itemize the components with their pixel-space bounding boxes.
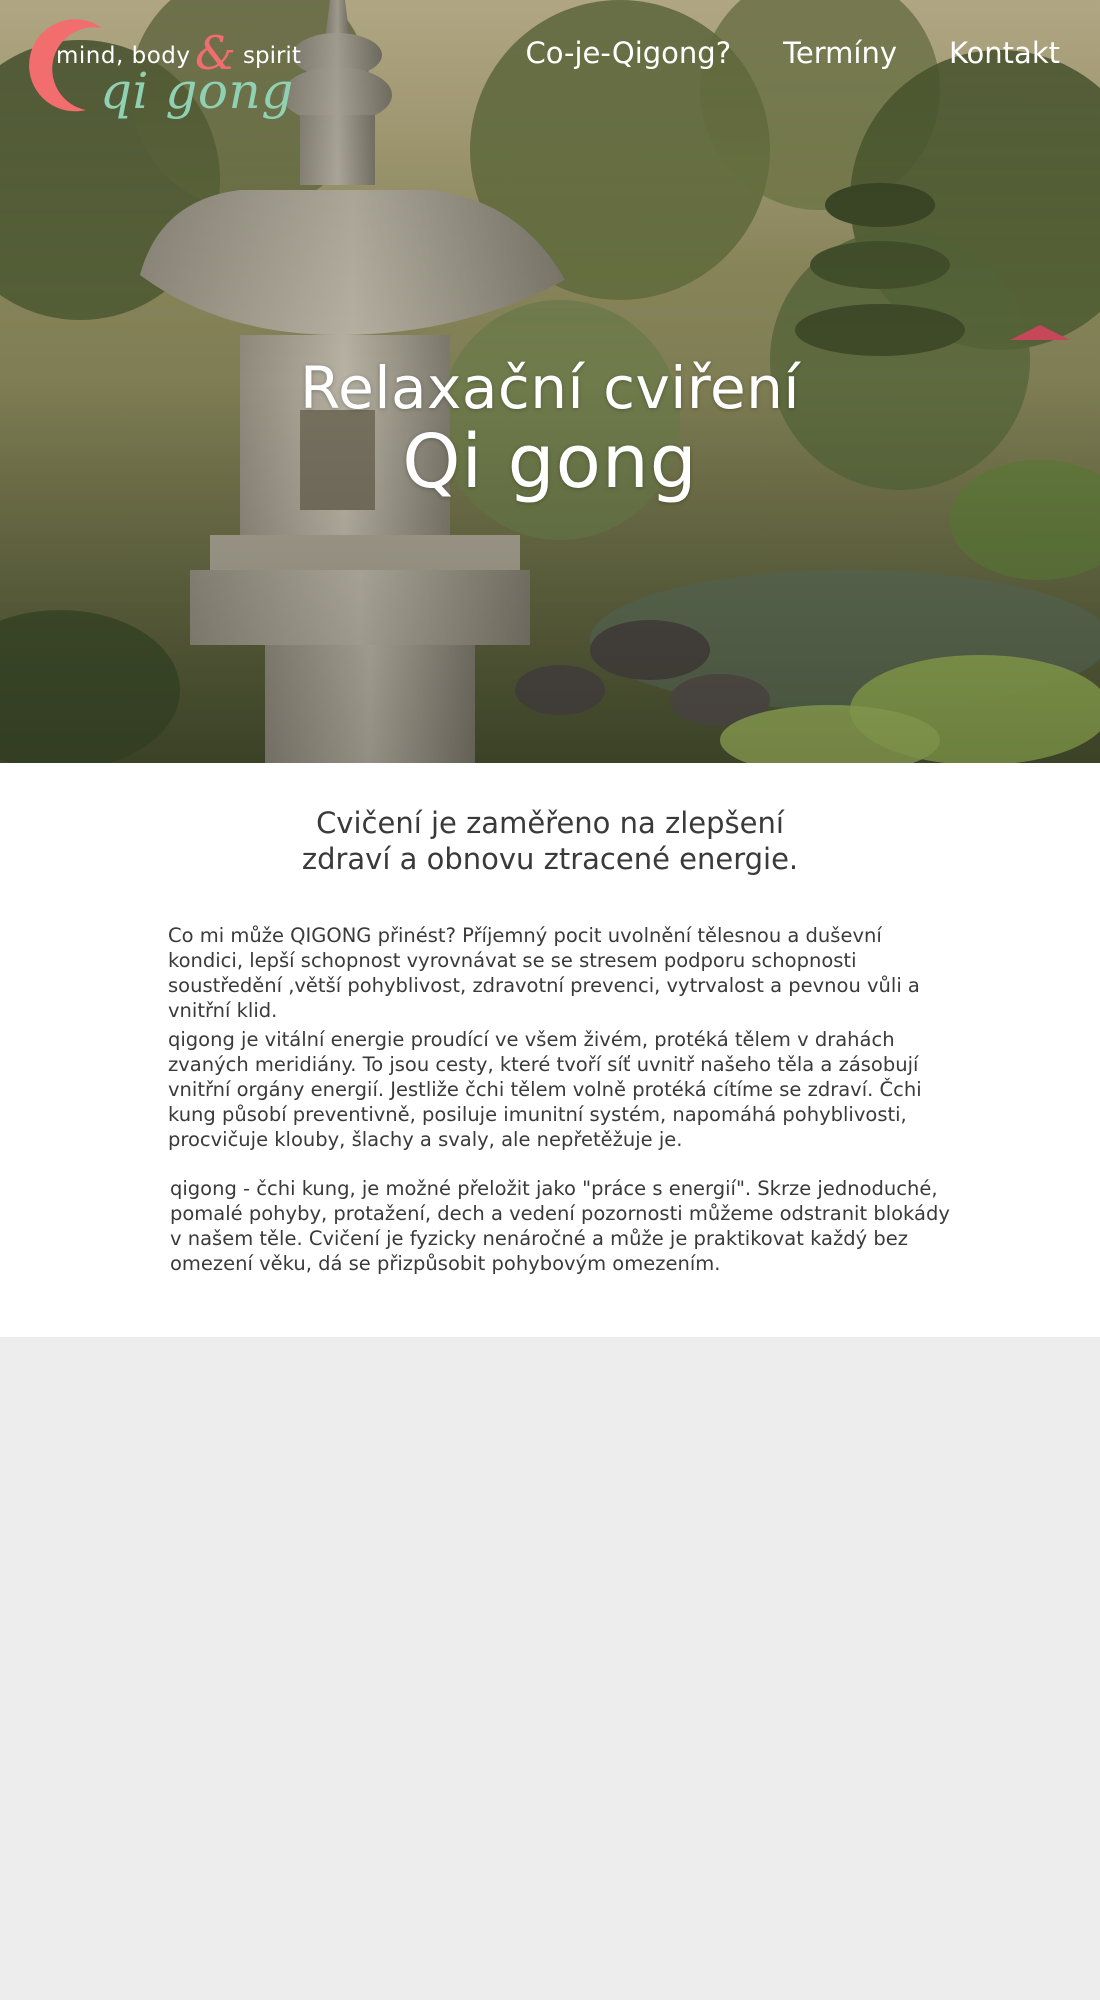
- main-nav: Co-je-Qigong? Termíny Kontakt: [525, 36, 1060, 70]
- hero-title: Relaxační cviření Qi gong: [0, 352, 1100, 500]
- intro-paragraph-2: qigong je vitální energie proudící ve vš…: [168, 1028, 922, 1151]
- intro-section: Cvičení je zaměřeno na zlepšení zdraví a…: [0, 763, 1100, 1337]
- hero-title-line2: Qi gong: [402, 419, 698, 505]
- intro-lead-line1: Cvičení je zaměřeno na zlepšení: [316, 806, 784, 840]
- intro-lead-line2: zdraví a obnovu ztracené energie.: [301, 842, 799, 876]
- nav-item-kontakt[interactable]: Kontakt: [949, 36, 1060, 70]
- logo-text-qigong: qi gong: [100, 62, 294, 120]
- hero-title-line1: Relaxační cviření: [299, 354, 801, 422]
- nav-item-terminy[interactable]: Termíny: [783, 36, 897, 70]
- site-logo[interactable]: mind, body & spirit qi gong: [14, 18, 314, 128]
- intro-paragraph-3: qigong - čchi kung, je možné přeložit ja…: [170, 1177, 950, 1275]
- intro-paragraph-1: Co mi může QIGONG přinést? Příjemný poci…: [168, 924, 920, 1022]
- nav-item-co-je-qigong[interactable]: Co-je-Qigong?: [525, 36, 731, 70]
- page-bottom-background: [0, 1337, 1100, 2000]
- hero-section: mind, body & spirit qi gong Co-je-Qigong…: [0, 0, 1100, 763]
- logo-swoosh-icon: [29, 19, 102, 112]
- intro-lead: Cvičení je zaměřeno na zlepšení zdraví a…: [0, 805, 1100, 877]
